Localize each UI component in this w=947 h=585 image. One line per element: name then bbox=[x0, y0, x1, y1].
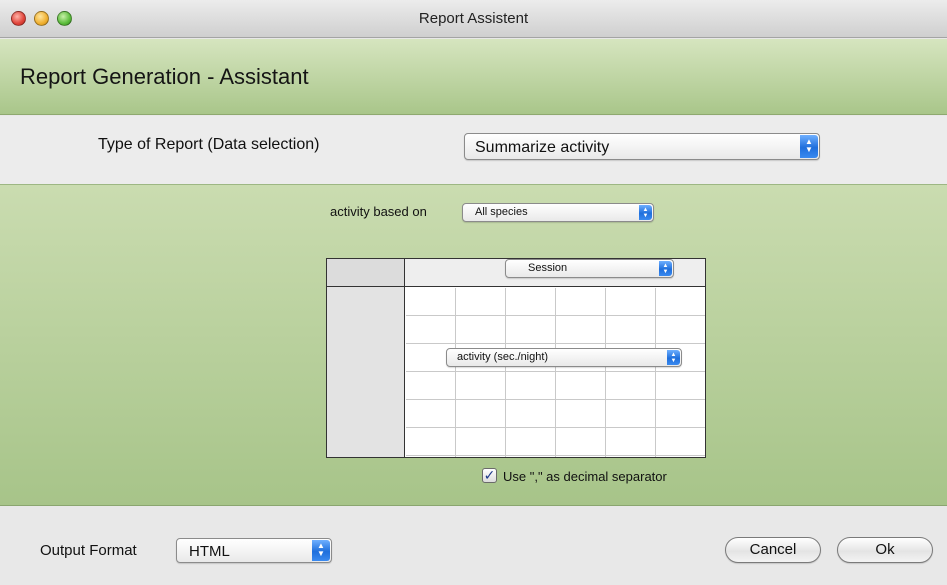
activity-based-on-label: activity based on bbox=[330, 204, 427, 219]
header-band: Report Generation - Assistant bbox=[0, 39, 947, 115]
window-titlebar[interactable]: Report Assistent bbox=[0, 0, 947, 38]
updown-arrows-icon: ▲ ▼ bbox=[667, 350, 680, 365]
updown-arrows-icon: ▲ ▼ bbox=[639, 205, 652, 220]
decimal-separator-checkbox[interactable]: ✓ bbox=[482, 468, 497, 483]
window-title: Report Assistent bbox=[418, 10, 529, 27]
grid-corner-cell bbox=[327, 259, 405, 287]
updown-arrows-icon: ▲ ▼ bbox=[312, 540, 330, 561]
value-field-select[interactable]: activity (sec./night) ▲ ▼ bbox=[446, 348, 682, 367]
checkmark-icon: ✓ bbox=[483, 467, 496, 483]
species-select[interactable]: All species ▲ ▼ bbox=[462, 203, 654, 222]
ok-button[interactable]: Ok bbox=[837, 537, 933, 563]
page-title: Report Generation - Assistant bbox=[20, 64, 309, 89]
species-value: All species bbox=[475, 206, 528, 218]
grid-cells bbox=[406, 288, 705, 457]
grid-row-header bbox=[327, 287, 405, 457]
report-type-value: Summarize activity bbox=[475, 139, 610, 156]
updown-arrows-icon: ▲ ▼ bbox=[800, 135, 818, 158]
decimal-separator-label: Use "," as decimal separator bbox=[503, 469, 667, 484]
column-field-value: Session bbox=[528, 262, 568, 274]
value-field-value: activity (sec./night) bbox=[457, 351, 549, 363]
report-type-select[interactable]: Summarize activity ▲ ▼ bbox=[464, 133, 820, 160]
output-format-select[interactable]: HTML ▲ ▼ bbox=[176, 538, 332, 563]
column-field-select[interactable]: Session ▲ ▼ bbox=[505, 259, 674, 278]
output-format-label: Output Format bbox=[40, 542, 137, 559]
updown-arrows-icon: ▲ ▼ bbox=[659, 261, 672, 276]
output-format-value: HTML bbox=[189, 543, 230, 560]
cancel-button[interactable]: Cancel bbox=[725, 537, 821, 563]
report-type-label: Type of Report (Data selection) bbox=[98, 136, 320, 153]
